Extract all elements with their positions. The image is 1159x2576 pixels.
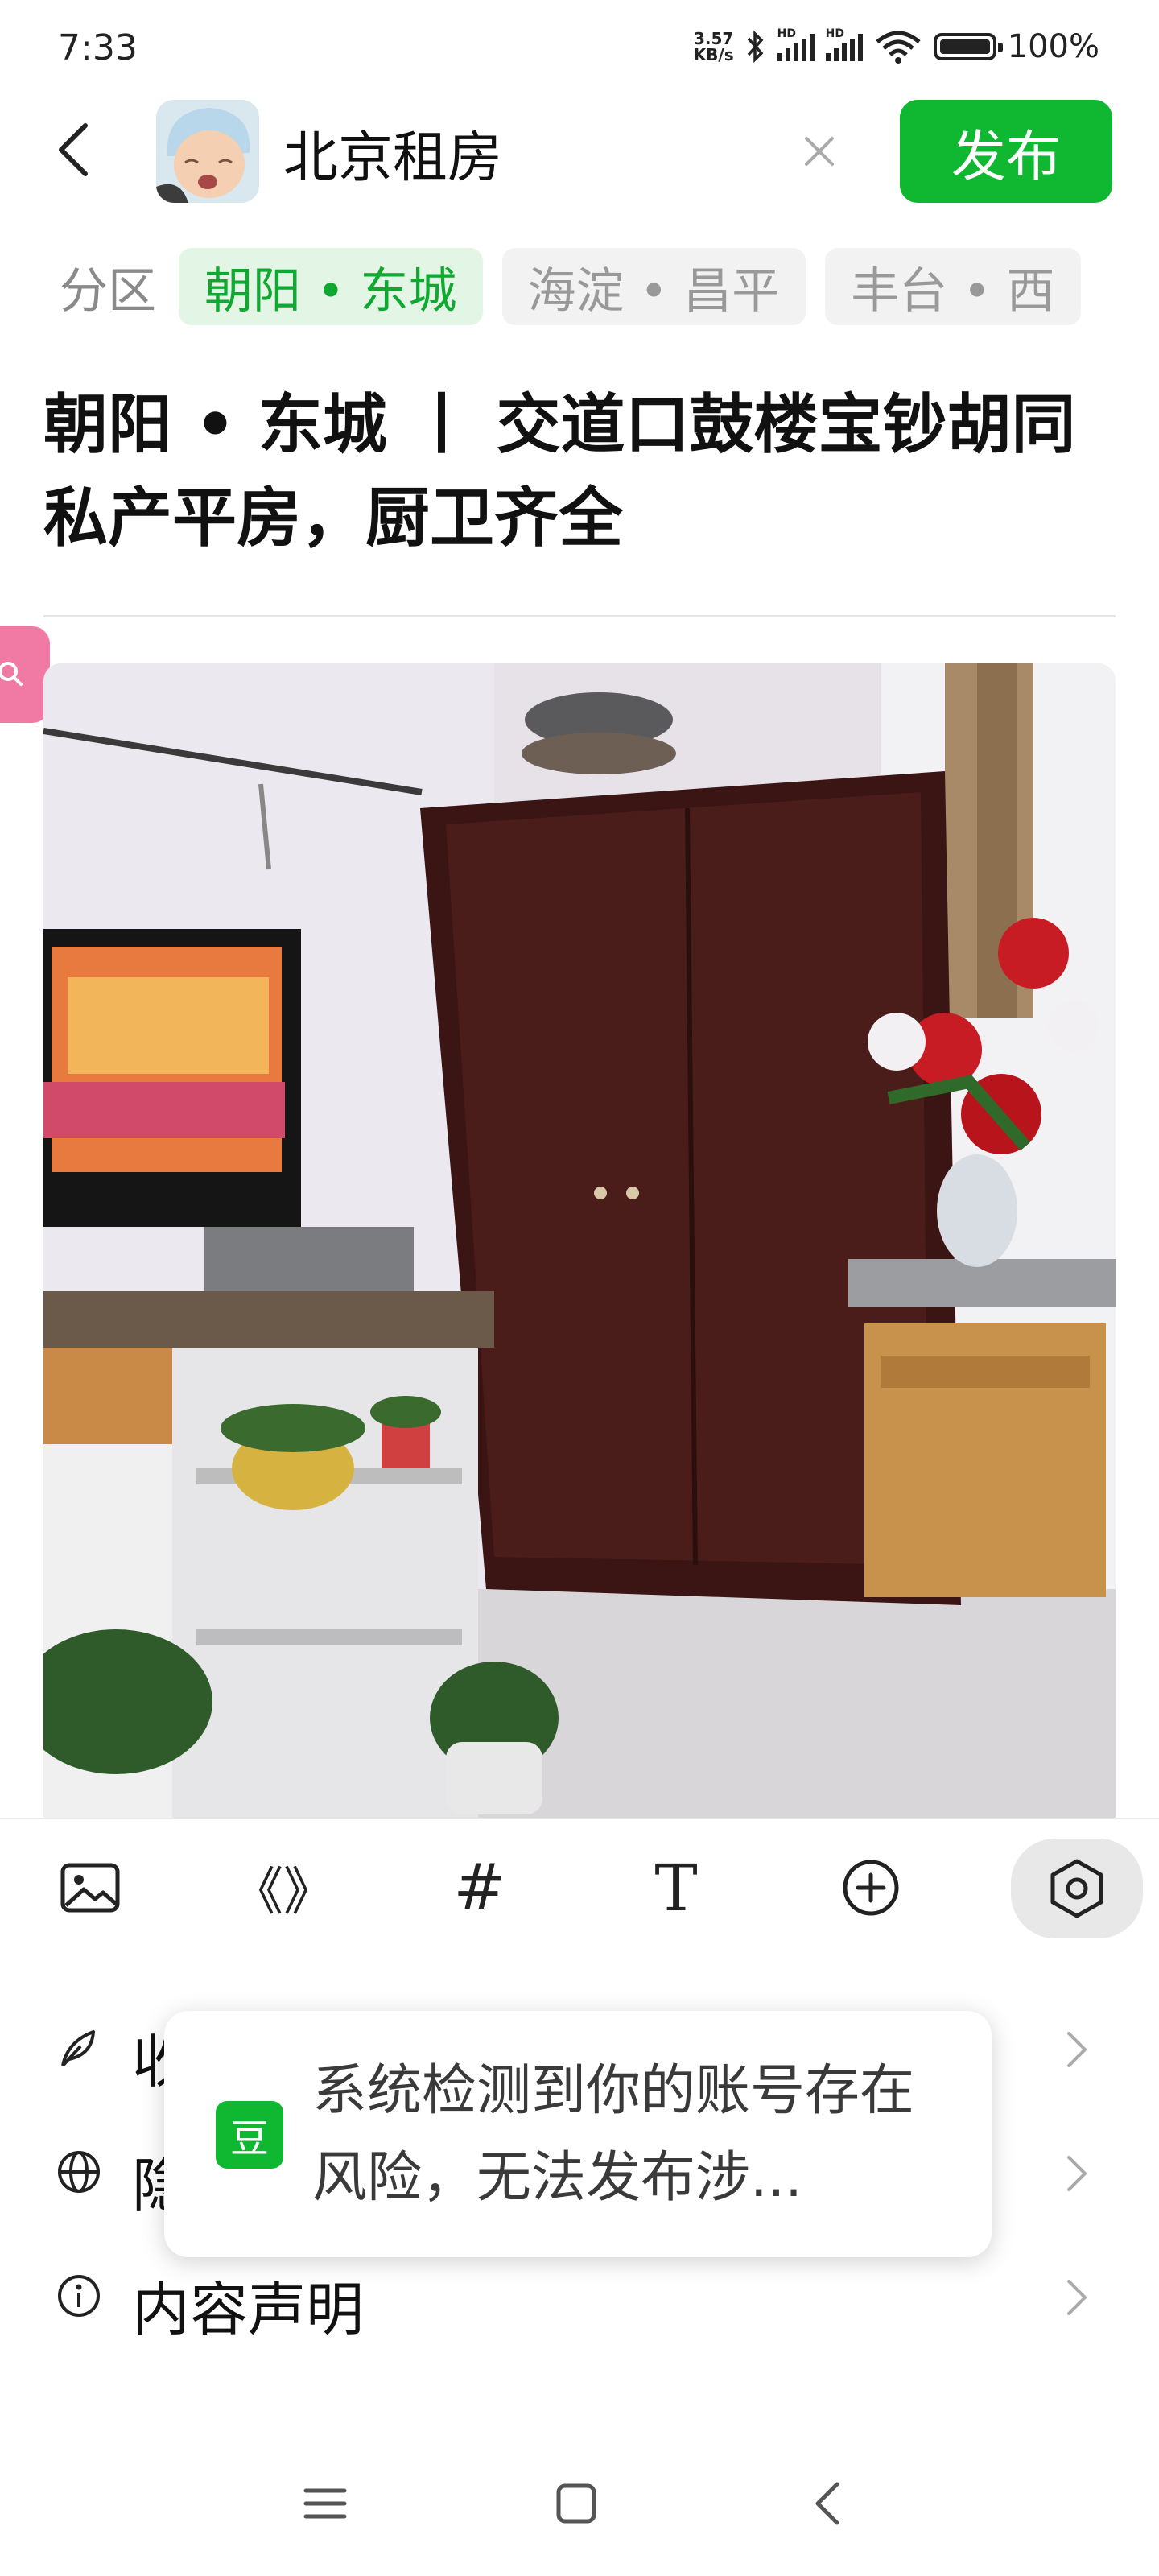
info-icon xyxy=(58,2275,100,2317)
tab-chaoyang-dongcheng[interactable]: 朝阳 • 东城 xyxy=(179,248,483,325)
status-indicators: 3.57 KB/s HD HD 100% xyxy=(694,24,1099,69)
bluetooth-icon xyxy=(747,31,764,63)
toast-message: 系统检测到你的账号存在风险，无法发布涉... xyxy=(312,2059,915,2210)
insert-image-button[interactable] xyxy=(34,1843,146,1932)
editor-toolbar: 《》 # T xyxy=(0,1818,1159,1948)
baby-avatar-icon xyxy=(156,100,259,203)
status-time: 7:33 xyxy=(58,27,138,68)
setting-label: 内容声明 xyxy=(132,2276,365,2343)
chevron-right-icon xyxy=(1067,2032,1087,2067)
signal-icon: HD xyxy=(777,27,815,61)
add-circle-icon xyxy=(843,1860,899,1916)
tabs-label: 分区 xyxy=(60,262,156,320)
home-icon[interactable] xyxy=(544,2471,608,2536)
nav-back-icon[interactable] xyxy=(795,2471,860,2536)
battery-percent: 100% xyxy=(1007,28,1099,65)
chevron-left-icon[interactable] xyxy=(50,118,98,182)
avatar[interactable] xyxy=(156,100,259,203)
post-title[interactable]: 朝阳 • 东城 丨 交道口鼓楼宝钞胡同私产平房，厨卫齐全 xyxy=(43,378,1098,565)
category-tabs: 分区 朝阳 • 东城 海淀 • 昌平 丰台 • 西 xyxy=(56,246,1103,327)
battery-icon xyxy=(933,33,1003,60)
add-button[interactable] xyxy=(815,1843,927,1932)
wifi-icon xyxy=(876,31,921,64)
globe-icon xyxy=(58,2151,100,2193)
douban-logo-icon: 豆 xyxy=(216,2101,283,2169)
settings-hexagon-icon xyxy=(1050,1859,1103,1918)
net-speed: 3.57 KB/s xyxy=(694,31,734,63)
room-photo-image xyxy=(43,663,1116,1819)
signal-icon-2: HD xyxy=(825,27,863,61)
tab-haidian-changping[interactable]: 海淀 • 昌平 xyxy=(501,248,806,325)
search-icon xyxy=(0,662,23,686)
hashtag-icon[interactable]: # xyxy=(423,1843,536,1932)
feather-icon xyxy=(61,2030,95,2067)
floating-search-button[interactable] xyxy=(0,626,50,723)
risk-toast: 豆 系统检测到你的账号存在风险，无法发布涉... xyxy=(164,2011,992,2257)
group-title: 北京租房 xyxy=(283,126,503,190)
close-icon[interactable] xyxy=(797,129,842,174)
net-speed-unit: KB/s xyxy=(693,45,734,64)
divider xyxy=(43,615,1116,617)
tab-fengtai[interactable]: 丰台 • 西 xyxy=(825,248,1081,325)
image-icon xyxy=(60,1863,120,1913)
net-speed-value: 3.57 xyxy=(693,29,734,48)
post-photo[interactable] xyxy=(43,663,1116,1819)
chevron-right-icon xyxy=(1067,2280,1087,2315)
chevron-right-icon xyxy=(1067,2156,1087,2191)
menu-icon[interactable] xyxy=(293,2471,357,2536)
publish-button[interactable]: 发布 xyxy=(900,100,1112,203)
text-icon[interactable]: T xyxy=(620,1843,732,1932)
quote-brackets-icon[interactable]: 《》 xyxy=(227,1843,340,1932)
settings-button[interactable] xyxy=(1011,1839,1143,1938)
